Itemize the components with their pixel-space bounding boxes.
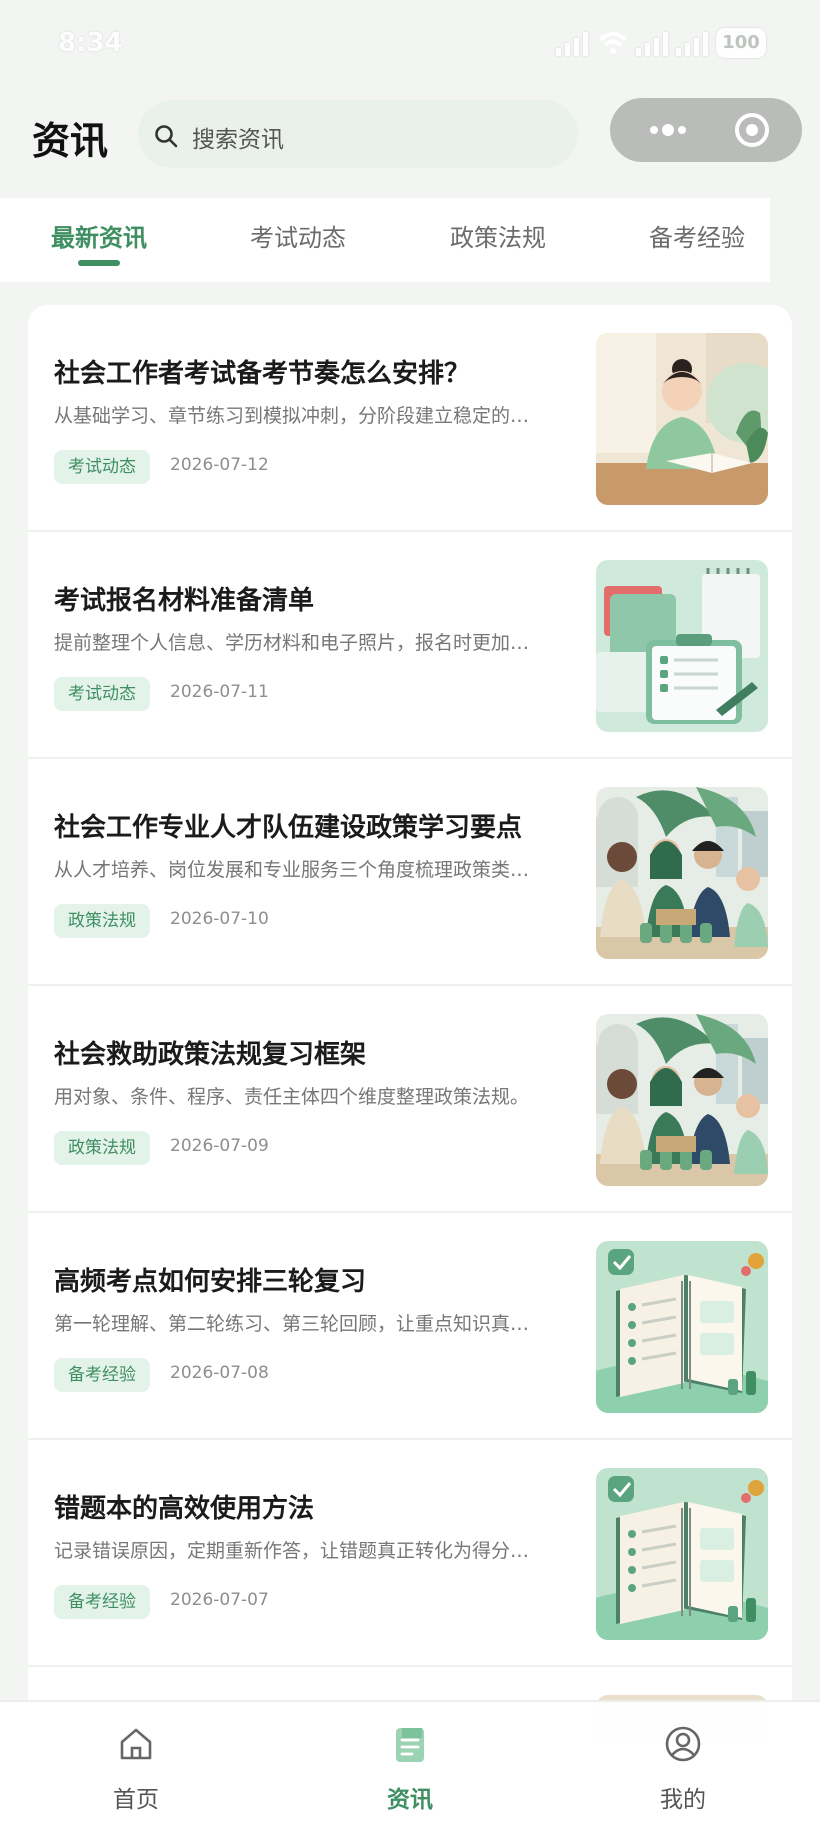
page-header: 资讯 搜索资讯 — [0, 92, 820, 198]
article-date: 2026-07-08 — [170, 1363, 269, 1383]
article-tag: 备考经验 — [54, 1358, 150, 1392]
article-title: 考试报名材料准备清单 — [54, 586, 315, 616]
cellular-signal-icon — [556, 30, 588, 56]
search-icon — [155, 125, 178, 148]
article-thumbnail — [596, 1241, 768, 1413]
article-tag: 考试动态 — [54, 677, 150, 711]
tab-policy-regulations[interactable]: 政策法规 — [450, 218, 546, 253]
article-tag: 政策法规 — [54, 904, 150, 938]
tab-exam-prep-experience[interactable]: 备考经验 — [649, 218, 745, 253]
article-thumbnail — [596, 1014, 768, 1186]
article-card[interactable]: 高频考点如何安排三轮复习 第一轮理解、第二轮练习、第三轮回顾，让重点知识真… 备… — [28, 1213, 792, 1440]
news-icon — [396, 1728, 424, 1762]
tab-exam-updates[interactable]: 考试动态 — [250, 218, 346, 253]
article-date: 2026-07-10 — [170, 909, 269, 929]
article-card[interactable]: 社会救助政策法规复习框架 用对象、条件、程序、责任主体四个维度整理政策法规。 政… — [28, 986, 792, 1213]
article-summary: 第一轮理解、第二轮练习、第三轮回顾，让重点知识真… — [54, 1313, 530, 1335]
mini-program-capsule — [610, 98, 802, 162]
article-title: 高频考点如何安排三轮复习 — [54, 1267, 367, 1297]
more-menu-button[interactable] — [650, 122, 690, 138]
article-thumbnail — [596, 787, 768, 959]
profile-icon — [665, 1726, 701, 1762]
article-card[interactable]: 社会工作者考试备考节奏怎么安排？ 从基础学习、章节练习到模拟冲刺，分阶段建立稳定… — [28, 305, 792, 532]
article-thumbnail — [596, 333, 768, 505]
article-date: 2026-07-09 — [170, 1136, 269, 1156]
more-dot-icon — [678, 126, 686, 134]
category-tabs: 最新资讯 考试动态 政策法规 备考经验 — [0, 198, 770, 282]
more-dot-icon — [650, 126, 658, 134]
article-thumbnail — [596, 1468, 768, 1640]
news-page: 8:34 100 资讯 搜索资讯 最新资讯 考试动态 政策法规 备考经验 社会工… — [0, 0, 820, 1822]
cellular-signal-icon-3 — [676, 30, 708, 56]
article-tag: 政策法规 — [54, 1131, 150, 1165]
nav-news-label: 资讯 — [387, 1787, 433, 1813]
article-tag: 备考经验 — [54, 1585, 150, 1619]
nav-profile[interactable]: 我的 — [613, 1702, 753, 1822]
battery-indicator: 100 — [716, 28, 766, 58]
article-title: 社会工作专业人才队伍建设政策学习要点 — [54, 813, 523, 843]
article-thumbnail — [596, 560, 768, 732]
cellular-signal-icon-2 — [636, 30, 668, 56]
article-card[interactable]: 社会工作专业人才队伍建设政策学习要点 从人才培养、岗位发展和专业服务三个角度梳理… — [28, 759, 792, 986]
article-title: 错题本的高效使用方法 — [54, 1494, 315, 1524]
tab-latest-news[interactable]: 最新资讯 — [51, 218, 147, 253]
article-summary: 用对象、条件、程序、责任主体四个维度整理政策法规。 — [54, 1086, 530, 1108]
search-input[interactable]: 搜索资讯 — [138, 100, 578, 168]
article-tag: 考试动态 — [54, 450, 150, 484]
article-list: 社会工作者考试备考节奏怎么安排？ 从基础学习、章节练习到模拟冲刺，分阶段建立稳定… — [28, 305, 792, 1745]
active-tab-indicator — [78, 260, 120, 266]
page-title: 资讯 — [32, 119, 109, 163]
nav-home[interactable]: 首页 — [66, 1702, 206, 1822]
more-dot-icon — [662, 124, 674, 136]
bottom-navigation: 首页 资讯 我的 — [0, 1700, 820, 1822]
nav-news[interactable]: 资讯 — [340, 1702, 480, 1822]
home-icon — [120, 1728, 152, 1760]
nav-profile-label: 我的 — [660, 1787, 706, 1813]
article-summary: 从基础学习、章节练习到模拟冲刺，分阶段建立稳定的… — [54, 405, 530, 427]
article-date: 2026-07-12 — [170, 455, 269, 475]
article-summary: 提前整理个人信息、学历材料和电子照片，报名时更加… — [54, 632, 530, 654]
article-date: 2026-07-11 — [170, 682, 269, 702]
close-target-icon[interactable] — [734, 112, 770, 148]
status-time: 8:34 — [58, 28, 123, 58]
article-date: 2026-07-07 — [170, 1590, 269, 1610]
article-summary: 从人才培养、岗位发展和专业服务三个角度梳理政策类… — [54, 859, 530, 881]
search-placeholder: 搜索资讯 — [192, 127, 284, 153]
wifi-icon — [598, 30, 628, 56]
article-summary: 记录错误原因，定期重新作答，让错题真正转化为得分… — [54, 1540, 530, 1562]
article-title: 社会工作者考试备考节奏怎么安排？ — [54, 359, 471, 389]
article-card[interactable]: 错题本的高效使用方法 记录错误原因，定期重新作答，让错题真正转化为得分… 备考经… — [28, 1440, 792, 1667]
status-bar: 8:34 100 — [0, 0, 820, 92]
article-card[interactable]: 考试报名材料准备清单 提前整理个人信息、学历材料和电子照片，报名时更加… 考试动… — [28, 532, 792, 759]
nav-home-label: 首页 — [113, 1787, 159, 1813]
article-title: 社会救助政策法规复习框架 — [54, 1040, 367, 1070]
